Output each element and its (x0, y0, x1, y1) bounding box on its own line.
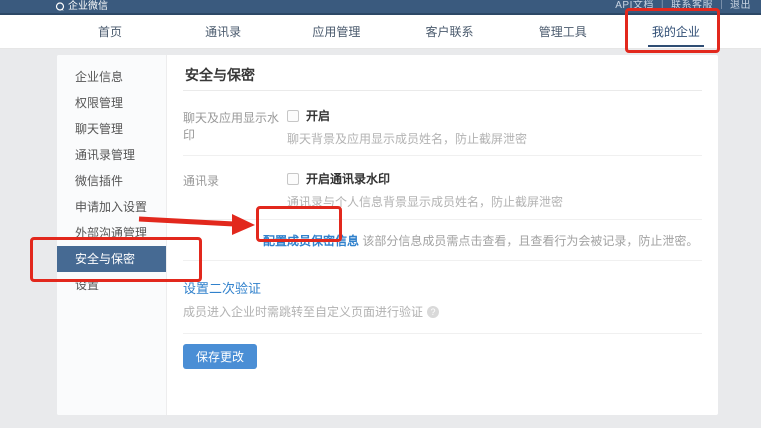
nav-tabs: 首页 通讯录 应用管理 客户联系 管理工具 我的企业 (62, 15, 724, 49)
sidebar-item-chat-mgmt[interactable]: 聊天管理 (57, 116, 166, 142)
contacts-label: 通讯录 (183, 170, 287, 210)
secret-info-row: 配置成员保密信息 该部分信息成员需点击查看，且查看行为会被记录，防止泄密。 (183, 220, 702, 261)
settings-panel: 企业信息 权限管理 聊天管理 通讯录管理 微信插件 申请加入设置 外部沟通管理 … (57, 55, 718, 415)
watermark-description: 聊天背景及应用显示成员姓名，防止截屏泄密 (287, 130, 702, 147)
configure-secret-info-link[interactable]: 配置成员保密信息 (263, 234, 359, 248)
page-title: 安全与保密 (183, 55, 702, 91)
contacts-watermark-checkbox[interactable] (287, 173, 299, 185)
watermark-checkbox[interactable] (287, 110, 299, 122)
account-links[interactable]: API文档 ｜ 联系客服 ｜ 退出 (615, 0, 751, 11)
watermark-row: 聊天及应用显示水印 开启 聊天背景及应用显示成员姓名，防止截屏泄密 (183, 91, 702, 156)
watermark-label: 聊天及应用显示水印 (183, 107, 287, 147)
sidebar-item-wechat-plugin[interactable]: 微信插件 (57, 168, 166, 194)
sidebar-item-external-comm[interactable]: 外部沟通管理 (57, 220, 166, 246)
contacts-watermark-row: 通讯录 开启通讯录水印 通讯录与个人信息背景显示成员姓名，防止截屏泄密 (183, 156, 702, 220)
settings-content: 安全与保密 聊天及应用显示水印 开启 聊天背景及应用显示成员姓名，防止截屏泄密 … (167, 55, 718, 415)
sidebar-item-settings[interactable]: 设置 (57, 272, 166, 298)
chat-bubble-icon (55, 2, 65, 12)
tab-home[interactable]: 首页 (62, 15, 158, 49)
contacts-watermark-description: 通讯录与个人信息背景显示成员姓名，防止截屏泄密 (287, 193, 702, 210)
tab-app-management[interactable]: 应用管理 (288, 15, 384, 49)
tab-contacts[interactable]: 通讯录 (175, 15, 271, 49)
second-verification-row: 设置二次验证 成员进入企业时需跳转至自定义页面进行验证 ? (183, 261, 702, 334)
settings-sidebar: 企业信息 权限管理 聊天管理 通讯录管理 微信插件 申请加入设置 外部沟通管理 … (57, 55, 167, 415)
setup-second-verification-link[interactable]: 设置二次验证 (183, 281, 261, 296)
top-app-bar: 企业微信 API文档 ｜ 联系客服 ｜ 退出 (0, 0, 761, 15)
watermark-checkbox-label[interactable]: 开启 (306, 107, 330, 124)
sidebar-item-enterprise-info[interactable]: 企业信息 (57, 64, 166, 90)
sidebar-item-join-settings[interactable]: 申请加入设置 (57, 194, 166, 220)
info-circle-icon[interactable]: ? (427, 306, 439, 318)
active-tab-underline (648, 45, 704, 47)
tab-customer-contact[interactable]: 客户联系 (402, 15, 498, 49)
primary-navbar: 首页 通讯录 应用管理 客户联系 管理工具 我的企业 (0, 15, 761, 49)
save-changes-button[interactable]: 保存更改 (183, 344, 257, 369)
sidebar-item-contacts-mgmt[interactable]: 通讯录管理 (57, 142, 166, 168)
secret-info-note: 该部分信息成员需点击查看，且查看行为会被记录，防止泄密。 (362, 234, 698, 248)
sidebar-item-permission-mgmt[interactable]: 权限管理 (57, 90, 166, 116)
tab-my-enterprise[interactable]: 我的企业 (628, 15, 724, 49)
contacts-watermark-checkbox-label[interactable]: 开启通讯录水印 (306, 170, 390, 187)
second-verification-description: 成员进入企业时需跳转至自定义页面进行验证 (183, 303, 423, 320)
tab-admin-tools[interactable]: 管理工具 (515, 15, 611, 49)
app-logo-label: 企业微信 (68, 1, 108, 13)
sidebar-item-security[interactable]: 安全与保密 (57, 246, 166, 272)
app-logo[interactable]: 企业微信 (55, 1, 108, 13)
